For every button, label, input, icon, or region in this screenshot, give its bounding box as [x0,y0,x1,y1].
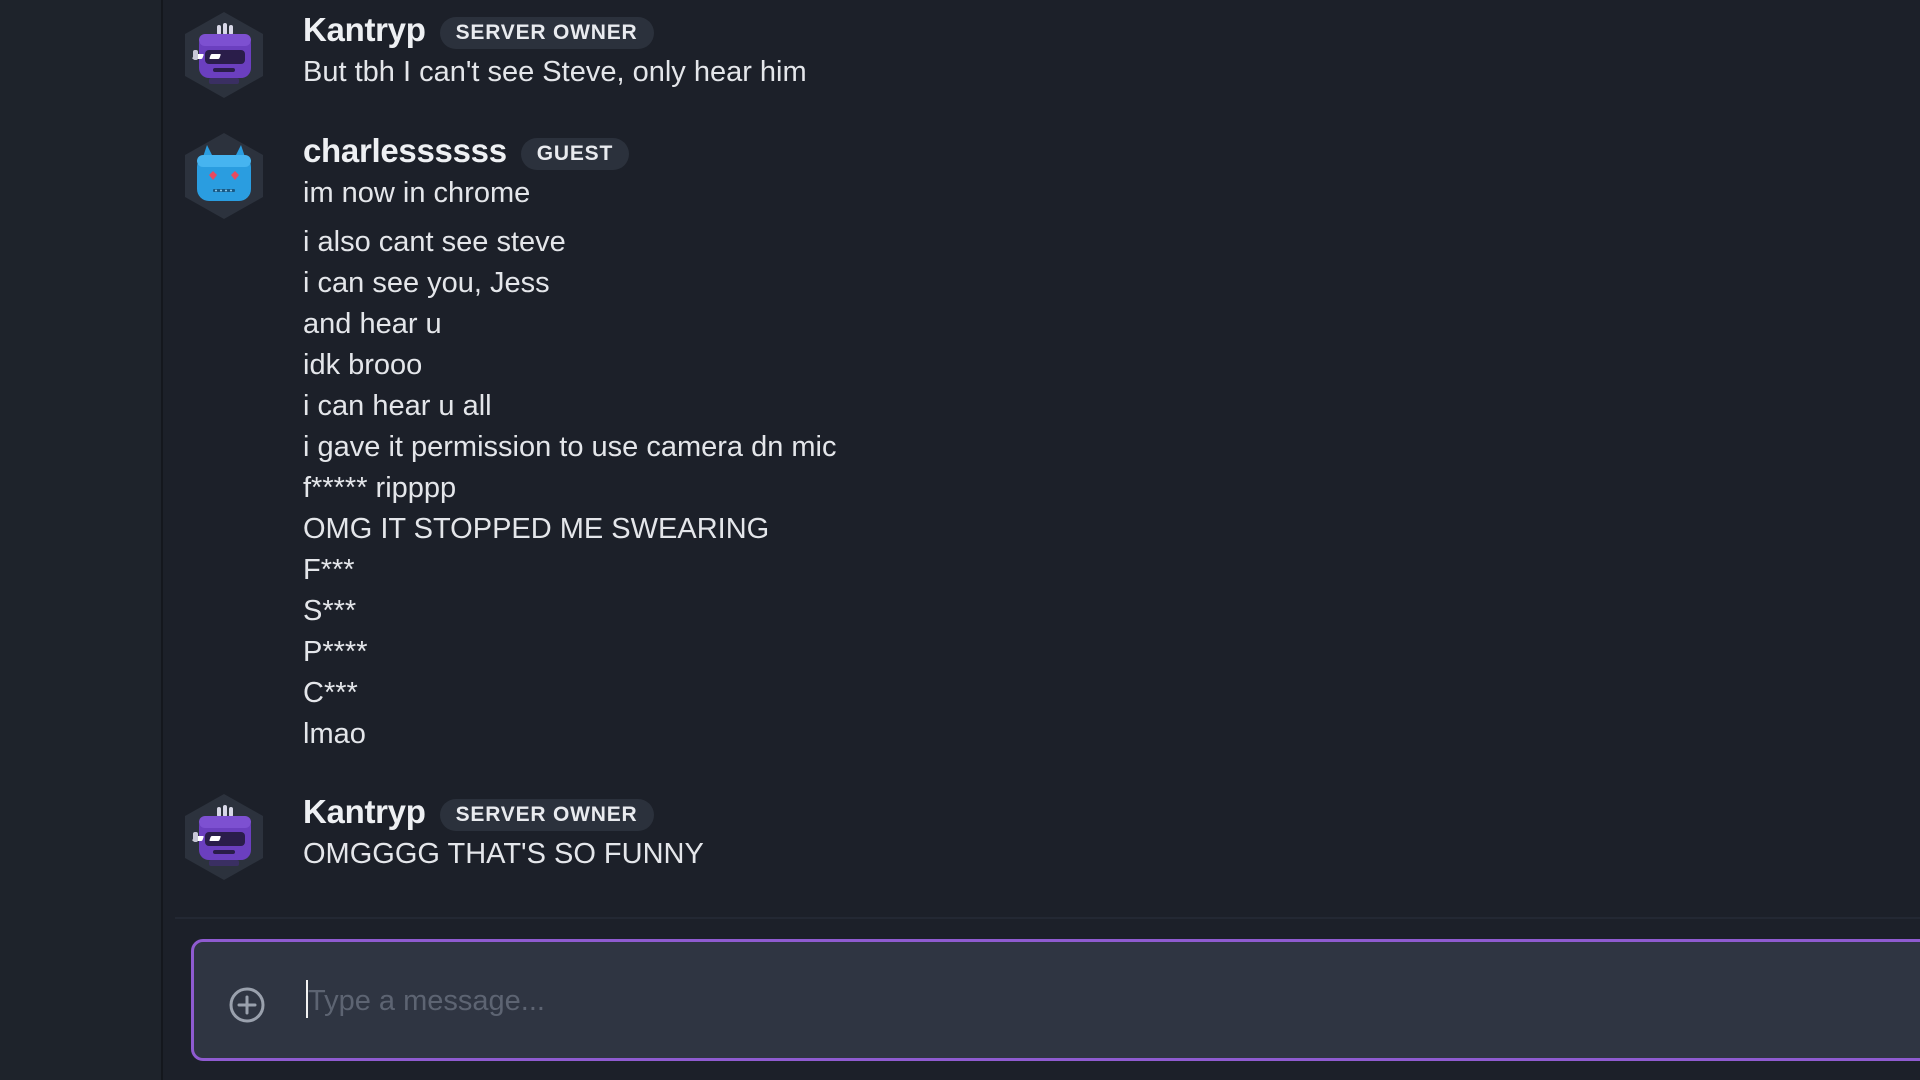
message-text: But tbh I can't see Steve, only hear him [303,56,807,88]
message-text: f***** ripppp [303,472,457,504]
message-text: OMG IT STOPPED ME SWEARING [303,513,770,545]
message-input[interactable] [308,966,1808,1036]
message-header: charlessssss GUEST [303,131,630,171]
username[interactable]: Kantryp [303,11,426,49]
message-text: OMGGGG THAT'S SO FUNNY [303,838,704,870]
message-body: OMGGGG THAT'S SO FUNNY [303,834,704,875]
role-badge: SERVER OWNER [439,17,654,49]
message-text: i can hear u all [303,390,492,422]
message-text: S*** [303,595,357,627]
message-header: Kantryp SERVER OWNER [303,10,654,50]
username[interactable]: charlessssss [303,132,507,170]
role-badge: GUEST [520,138,630,170]
message-body: But tbh I can't see Steve, only hear him [303,52,807,93]
text-caret [306,980,308,1018]
composer-divider [175,917,1920,919]
message-text: idk brooo [303,349,423,381]
message-text: lmao [303,718,366,750]
message-text: P**** [303,636,368,668]
message-composer [191,939,1920,1061]
sidebar [0,0,163,1080]
message-text: im now in chrome [303,177,531,209]
purple-robot-icon[interactable] [179,10,269,100]
message-text: and hear u [303,308,442,340]
message-text: F*** [303,554,355,586]
username[interactable]: Kantryp [303,793,426,831]
message-text: i gave it permission to use camera dn mi… [303,431,837,463]
message-header: Kantryp SERVER OWNER [303,792,654,832]
role-badge: SERVER OWNER [439,799,654,831]
purple-robot-icon[interactable] [179,792,269,882]
message-text: i also cant see steve [303,226,566,258]
message-text: i can see you, Jess [303,267,550,299]
plus-circle-icon[interactable] [228,986,266,1024]
message-text: C*** [303,677,358,709]
chat-main: Kantryp SERVER OWNER But tbh I can't see… [163,0,1920,1080]
message-body: im now in chrome i also cant see steve i… [303,173,837,755]
blue-robot-icon[interactable] [179,131,269,221]
